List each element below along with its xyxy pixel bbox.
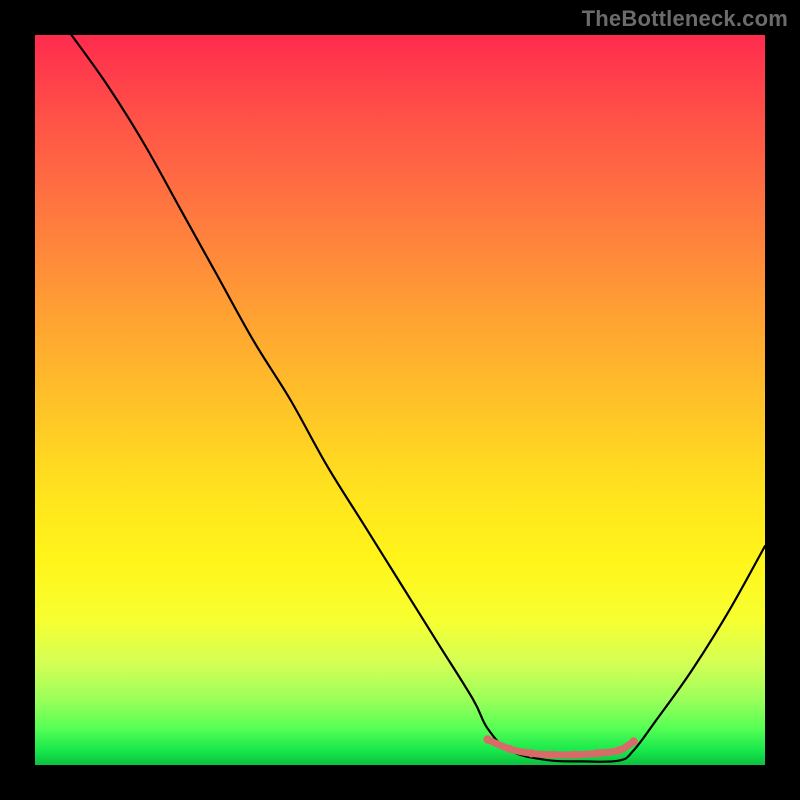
optimal-range-dot bbox=[527, 749, 535, 757]
chart-frame: TheBottleneck.com bbox=[0, 0, 800, 800]
optimal-range-dot bbox=[505, 745, 513, 753]
bottleneck-curve bbox=[72, 35, 766, 762]
optimal-range-dot bbox=[629, 737, 637, 745]
optimal-range-dot bbox=[571, 751, 579, 759]
plot-area bbox=[35, 35, 765, 765]
optimal-range-dot bbox=[483, 735, 491, 743]
optimal-range-dot bbox=[615, 746, 623, 754]
optimal-range-dot bbox=[593, 749, 601, 757]
watermark-text: TheBottleneck.com bbox=[582, 6, 788, 32]
optimal-range-dot bbox=[549, 751, 557, 759]
chart-svg bbox=[35, 35, 765, 765]
